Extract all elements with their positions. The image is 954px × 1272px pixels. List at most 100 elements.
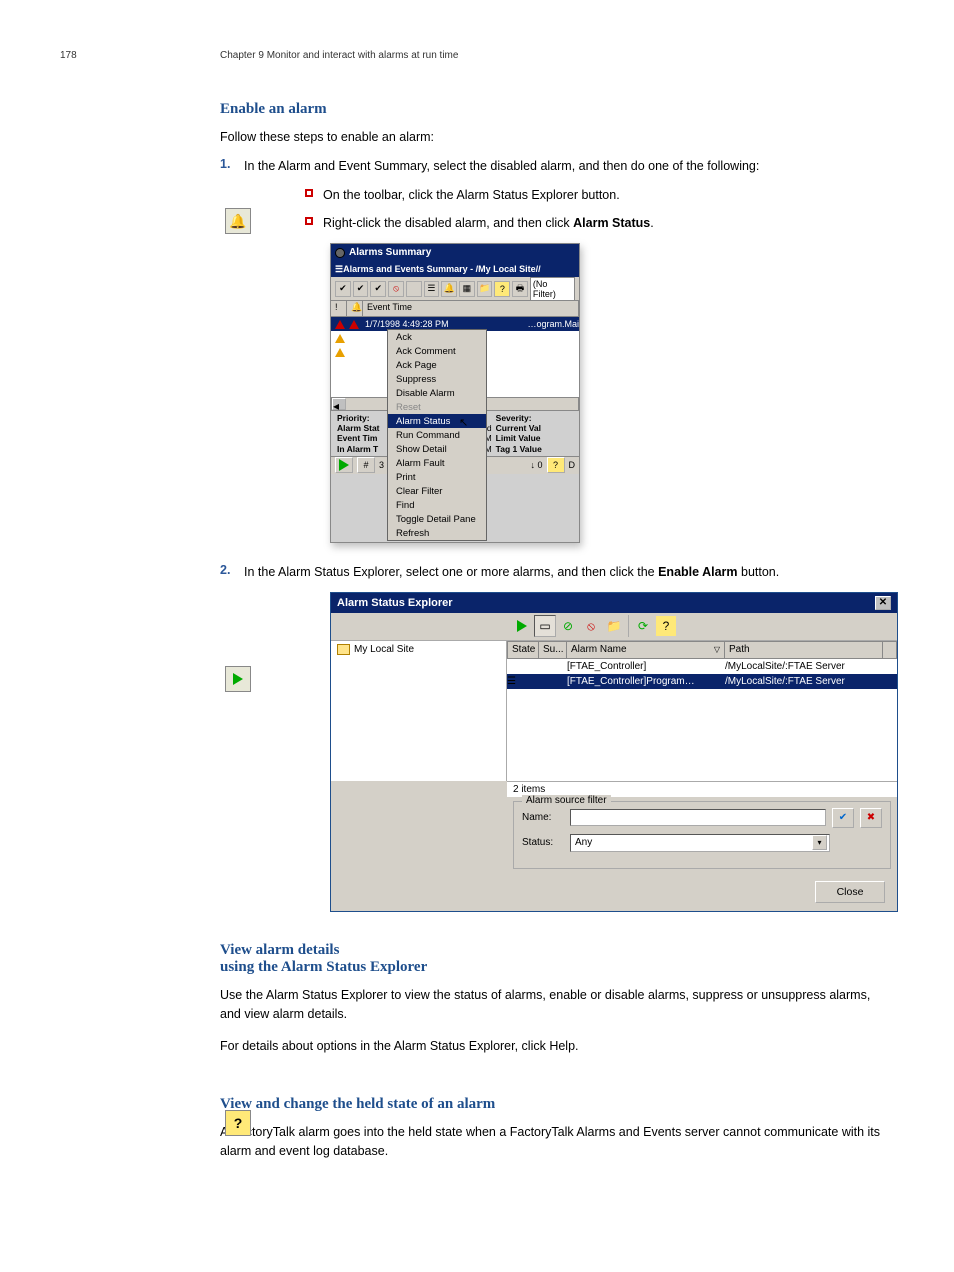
menu-show-detail[interactable]: Show Detail <box>388 442 486 456</box>
name-label: Name: <box>522 812 564 823</box>
col-event-time[interactable]: Event Time <box>363 301 579 316</box>
grid-header: ! 🔔 Event Time <box>331 301 579 317</box>
menu-ack-page[interactable]: Ack Page <box>388 358 486 372</box>
separator-icon <box>628 615 629 637</box>
app-icon <box>335 248 345 258</box>
subwindow-titlebar: ☰ Alarms and Events Summary - /My Local … <box>331 261 579 277</box>
status-select[interactable]: Any ▾ <box>570 834 830 852</box>
bullet-marker-icon <box>305 217 313 225</box>
close-button[interactable]: Close <box>815 881 885 903</box>
unsuppress-icon[interactable]: ⊘ <box>557 615 579 637</box>
menu-ack-comment[interactable]: Ack Comment <box>388 344 486 358</box>
help-icon[interactable]: ? <box>655 615 677 637</box>
menu-alarm-fault[interactable]: Alarm Fault <box>388 456 486 470</box>
scroll-left-arrow[interactable]: ◂ <box>332 398 346 410</box>
warning-red-icon <box>335 320 345 329</box>
explorer-toolbar: ▭ ⊘ ⦸ 📁 ⟳ ? <box>331 613 897 641</box>
apply-filter-button[interactable]: ✔ <box>832 808 854 828</box>
separator-icon <box>406 281 422 297</box>
col-suppressed[interactable]: Su... <box>539 641 567 659</box>
col-priority-icon[interactable]: ! <box>331 301 347 316</box>
para-status-2: For details about options in the Alarm S… <box>220 1037 894 1056</box>
chevron-down-icon[interactable]: ▾ <box>812 835 827 850</box>
menu-run-command[interactable]: Run Command <box>388 428 486 442</box>
enable-alarm-icon <box>225 666 251 692</box>
disable-icon[interactable]: ⦸ <box>580 615 602 637</box>
menu-alarm-status[interactable]: Alarm Status <box>388 414 486 428</box>
bullet-2: Right-click the disabled alarm, and then… <box>323 214 654 233</box>
name-input[interactable] <box>570 809 826 826</box>
select-icon[interactable]: ▭ <box>534 615 556 637</box>
para-held: A FactoryTalk alarm goes into the held s… <box>220 1123 894 1161</box>
alarms-summary-screenshot: Alarms Summary ☰ Alarms and Events Summa… <box>330 243 580 543</box>
status-label: Status: <box>522 837 564 848</box>
folder-icon[interactable]: 📁 <box>477 281 493 297</box>
tree-pane: My Local Site <box>331 641 507 781</box>
context-menu: Ack Ack Comment Ack Page Suppress Disabl… <box>387 329 487 541</box>
menu-ack[interactable]: Ack <box>388 330 486 344</box>
list-row-selected[interactable]: ☰ [FTAE_Controller]Program… /MyLocalSite… <box>507 674 897 689</box>
ack-page-icon[interactable]: ✔ <box>370 281 386 297</box>
count-value: 3 <box>379 460 384 470</box>
col-state[interactable]: State <box>507 641 539 659</box>
print-icon[interactable]: 🖶 <box>512 281 528 297</box>
col-alarm-name[interactable]: Alarm Name ▽ <box>567 641 725 659</box>
list-pane: State Su... Alarm Name ▽ Path [FTAE_Cont… <box>507 641 897 781</box>
bullet-1: On the toolbar, click the Alarm Status E… <box>323 186 620 205</box>
close-icon[interactable]: ✕ <box>875 596 891 610</box>
ack-selected-icon[interactable]: ✔ <box>353 281 369 297</box>
filter-legend: Alarm source filter <box>522 795 611 806</box>
section-held-heading: View and change the held state of an ala… <box>220 1096 894 1113</box>
help-icon-inline: ? <box>225 1110 251 1136</box>
col-bell-icon[interactable]: 🔔 <box>347 301 363 316</box>
col-path[interactable]: Path <box>725 641 883 659</box>
step-2-number: 2. <box>220 563 244 577</box>
step-2-text: In the Alarm Status Explorer, select one… <box>244 563 894 582</box>
para-status-1: Use the Alarm Status Explorer to view th… <box>220 986 894 1024</box>
filter-dropdown[interactable]: (No Filter) <box>530 277 575 301</box>
menu-reset: Reset <box>388 400 486 414</box>
clear-filter-button[interactable]: ✖ <box>860 808 882 828</box>
step-1-text: In the Alarm and Event Summary, select t… <box>244 157 894 176</box>
refresh-icon[interactable]: ⟳ <box>632 615 654 637</box>
filter-group: Alarm source filter Name: ✔ ✖ Status: An… <box>513 801 891 869</box>
col-spacer <box>883 641 897 659</box>
help-icon[interactable]: ? <box>494 281 510 297</box>
enable-alarm-button[interactable] <box>511 615 533 637</box>
warning-icon <box>335 348 345 357</box>
chapter-heading: Chapter 9 Monitor and interact with alar… <box>220 50 894 61</box>
list-row[interactable]: [FTAE_Controller] /MyLocalSite/:FTAE Ser… <box>507 659 897 674</box>
alarm-status-explorer-screenshot: Alarm Status Explorer ✕ ▭ ⊘ ⦸ 📁 ⟳ ? My L… <box>330 592 898 912</box>
menu-suppress[interactable]: Suppress <box>388 372 486 386</box>
warning-icon <box>335 334 345 343</box>
count-button[interactable]: # <box>357 457 375 473</box>
menu-disable-alarm[interactable]: Disable Alarm <box>388 386 486 400</box>
help-small-icon[interactable]: ? <box>547 457 565 473</box>
ack-icon[interactable]: ✔ <box>335 281 351 297</box>
alarm-status-explorer-icon: 🔔 <box>225 208 251 234</box>
folder-icon <box>337 644 350 655</box>
tree-item-root[interactable]: My Local Site <box>333 643 504 656</box>
toolbar: ✔ ✔ ✔ ⦸ ☰ 🔔 ▦ 📁 ? 🖶 (No Filter) <box>331 277 579 301</box>
step-1-number: 1. <box>220 157 244 171</box>
warning-red-icon <box>349 320 359 329</box>
menu-print[interactable]: Print <box>388 470 486 484</box>
section-status-heading: View alarm details using the Alarm Statu… <box>220 942 894 976</box>
explorer-titlebar: Alarm Status Explorer ✕ <box>331 593 897 613</box>
bullet-marker-icon <box>305 189 313 197</box>
menu-clear-filter[interactable]: Clear Filter <box>388 484 486 498</box>
grid-icon[interactable]: ▦ <box>459 281 475 297</box>
list-header: State Su... Alarm Name ▽ Path <box>507 641 897 659</box>
filter-icon[interactable]: 🔔 <box>441 281 457 297</box>
disable-icon[interactable]: ⦸ <box>388 281 404 297</box>
page-number: 178 <box>60 50 77 61</box>
menu-refresh[interactable]: Refresh <box>388 526 486 540</box>
menu-find[interactable]: Find <box>388 498 486 512</box>
play-icon[interactable] <box>335 457 353 473</box>
intro-enable: Follow these steps to enable an alarm: <box>220 128 894 147</box>
section-enable-heading: Enable an alarm <box>220 101 894 118</box>
suppress-icon[interactable]: ☰ <box>424 281 440 297</box>
details-icon[interactable]: 📁 <box>603 615 625 637</box>
menu-toggle-detail[interactable]: Toggle Detail Pane <box>388 512 486 526</box>
window-titlebar: Alarms Summary <box>331 244 579 261</box>
